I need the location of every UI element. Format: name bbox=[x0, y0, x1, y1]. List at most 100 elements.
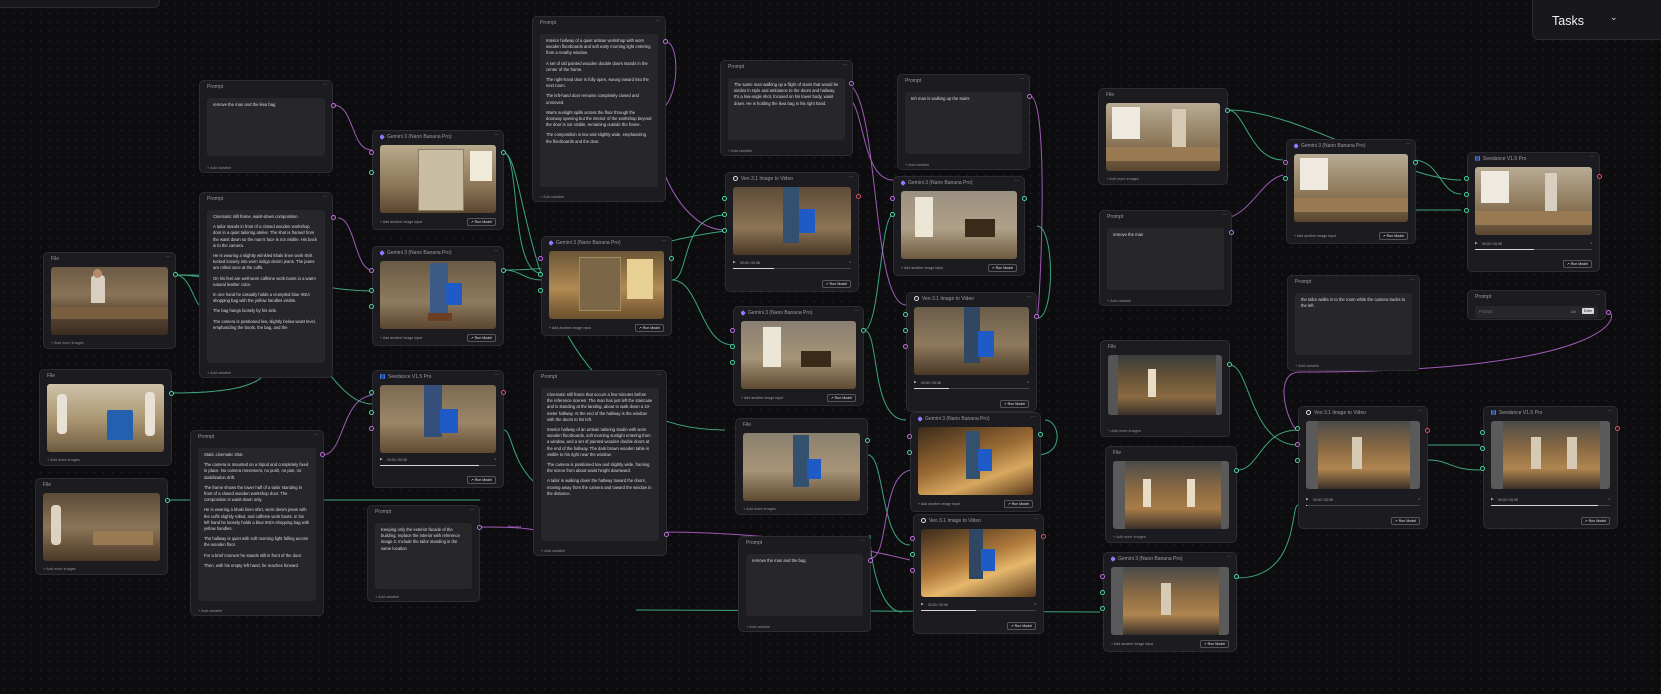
add-variable-button[interactable]: + Add variable bbox=[540, 195, 564, 199]
input-handle[interactable] bbox=[1464, 176, 1469, 181]
more-icon[interactable]: ··· bbox=[494, 372, 499, 378]
input-handle[interactable] bbox=[1283, 176, 1288, 181]
prompt-text[interactable]: teh man is walking up the stairs bbox=[905, 92, 1022, 154]
more-icon[interactable]: ··· bbox=[1608, 408, 1613, 414]
add-more-images-button[interactable]: + Add more images bbox=[47, 458, 80, 462]
add-more-images-button[interactable]: + Add more images bbox=[1113, 535, 1146, 539]
add-image-input-button[interactable]: + Add another image input bbox=[380, 220, 422, 224]
video-player-controls[interactable]: ▶ 00:00 / 00:08 ◖ bbox=[921, 602, 1036, 612]
more-icon[interactable]: ··· bbox=[323, 194, 328, 200]
prompt-text[interactable]: remove the man and the bag bbox=[746, 554, 863, 616]
output-handle[interactable] bbox=[501, 268, 506, 273]
add-more-images-button[interactable]: + Add more images bbox=[1108, 429, 1141, 433]
add-variable-button[interactable]: + Add variable bbox=[207, 371, 231, 375]
veo-model-node[interactable]: Veo 3.1 Image to Video ··· ▶ 00:00 / 00:… bbox=[913, 514, 1044, 634]
add-variable-button[interactable]: + Add variable bbox=[198, 609, 222, 613]
output-handle[interactable] bbox=[169, 391, 174, 396]
video-player-controls[interactable]: ▶ 00:00 / 00:08 ◖ bbox=[733, 260, 851, 270]
output-handle[interactable] bbox=[1027, 94, 1032, 99]
play-icon[interactable]: ▶ bbox=[921, 602, 924, 606]
prompt-node[interactable]: Prompt ··· remove the man + Add variable bbox=[1099, 210, 1232, 306]
file-node[interactable]: File + Add more images bbox=[35, 478, 168, 575]
more-icon[interactable]: ··· bbox=[657, 372, 662, 378]
video-player-controls[interactable]: ▶ 00:00 / 00:08 ◖ bbox=[380, 457, 496, 467]
volume-icon[interactable]: ◖ bbox=[494, 457, 496, 461]
gemini-model-node[interactable]: Gemini 3 (Nano Banana Pro) ··· + Add ano… bbox=[733, 306, 864, 406]
add-image-input-button[interactable]: + Add another image input bbox=[901, 266, 943, 270]
more-icon[interactable]: ··· bbox=[1418, 408, 1423, 414]
prompt-node[interactable]: Prompt ··· remove the man and the ikea b… bbox=[199, 80, 333, 173]
more-icon[interactable]: ··· bbox=[1031, 414, 1036, 420]
gemini-model-node[interactable]: Gemini 3 (Nano Banana Pro) ··· + Add ano… bbox=[1286, 139, 1416, 244]
seedance-model-node[interactable]: Seedance V1.5 Pro ··· ▶ 00:00 / 00:08 ◖ … bbox=[1467, 152, 1600, 272]
file-node[interactable]: File + Add more images bbox=[1098, 88, 1228, 185]
more-icon[interactable]: ··· bbox=[1410, 277, 1415, 283]
input-handle[interactable] bbox=[722, 212, 727, 217]
prompt-text[interactable]: The same man walking up a flight of stai… bbox=[728, 78, 845, 140]
output-handle[interactable] bbox=[1234, 574, 1239, 579]
input-handle[interactable] bbox=[1100, 574, 1105, 579]
play-icon[interactable]: ▶ bbox=[733, 260, 736, 264]
input-handle[interactable] bbox=[1480, 430, 1485, 435]
input-handle[interactable] bbox=[369, 288, 374, 293]
input-handle[interactable] bbox=[369, 390, 374, 395]
gemini-model-node[interactable]: Gemini 3 (Nano Banana Pro) ··· + Add ano… bbox=[893, 176, 1025, 276]
volume-icon[interactable]: ◖ bbox=[1608, 497, 1610, 501]
prompt-text[interactable]: remove the man and the ikea bag bbox=[207, 98, 325, 156]
prompt-node[interactable]: Prompt ··· The same man walking up a fli… bbox=[720, 60, 853, 156]
more-icon[interactable]: ··· bbox=[1015, 178, 1020, 184]
more-icon[interactable]: ··· bbox=[494, 132, 499, 138]
input-handle[interactable] bbox=[907, 450, 912, 455]
gemini-model-node[interactable]: Gemini 3 (Nano Banana Pro) ··· + Add ano… bbox=[1103, 552, 1237, 652]
input-handle[interactable] bbox=[722, 196, 727, 201]
add-image-input-button[interactable]: + Add another image input bbox=[741, 396, 783, 400]
input-handle[interactable] bbox=[907, 434, 912, 439]
run-model-button[interactable]: ↗ Run Model bbox=[821, 280, 851, 288]
input-handle[interactable] bbox=[1480, 466, 1485, 471]
output-handle[interactable] bbox=[331, 215, 336, 220]
run-model-button[interactable]: ↗ Run Model bbox=[1006, 622, 1036, 630]
run-model-button[interactable]: ↗ Run Model bbox=[999, 400, 1029, 408]
veo-model-node[interactable]: Veo 3.1 Image to Video ··· ▶ 00:00 / 00:… bbox=[906, 292, 1037, 412]
tasks-button[interactable]: Tasks ⌄ bbox=[1532, 0, 1661, 40]
output-handle[interactable] bbox=[1034, 314, 1039, 319]
play-icon[interactable]: ▶ bbox=[1475, 241, 1478, 245]
input-handle[interactable] bbox=[890, 212, 895, 217]
input-handle[interactable] bbox=[538, 256, 543, 261]
more-icon[interactable]: ··· bbox=[1590, 154, 1595, 160]
output-handle[interactable] bbox=[669, 256, 674, 261]
input-handle[interactable] bbox=[903, 328, 908, 333]
video-player-controls[interactable]: ▶ 00:00 / 00:08 ◖ bbox=[1306, 497, 1420, 507]
prompt-node[interactable]: Prompt ··· Interior hallway of a quiet a… bbox=[532, 16, 666, 202]
seedance-model-node[interactable]: Seedance V1.5 Pro ··· ▶ 00:00 / 00:08 ◖ … bbox=[372, 370, 504, 488]
add-more-images-button[interactable]: + Add more images bbox=[51, 341, 84, 345]
input-handle[interactable] bbox=[369, 150, 374, 155]
prompt-node[interactable]: Prompt ··· Keeping only the exterior fac… bbox=[367, 505, 480, 602]
add-variable-button[interactable]: + Add variable bbox=[905, 163, 929, 167]
run-model-button[interactable]: ↗ Run Model bbox=[1580, 517, 1610, 525]
prompt-node[interactable]: Prompt ··· Cinematic still frame that oc… bbox=[533, 370, 667, 556]
output-handle[interactable] bbox=[477, 525, 482, 530]
seedance-model-node[interactable]: Seedance V1.5 Pro ··· ▶ 00:00 / 00:08 ◖ … bbox=[1483, 406, 1618, 529]
add-image-input-button[interactable]: + Add another image input bbox=[549, 326, 591, 330]
output-handle[interactable] bbox=[663, 39, 668, 44]
gemini-model-node[interactable]: Gemini 3 (Nano Banana Pro) ··· + Add ano… bbox=[541, 236, 672, 336]
prompt-text[interactable]: Static cinematic shot. The camera is moun… bbox=[198, 448, 316, 601]
more-icon[interactable]: ··· bbox=[470, 507, 475, 513]
add-variable-button[interactable]: + Add variable bbox=[1107, 299, 1131, 303]
prompt-text[interactable]: Cinematic still frame that occurs a few … bbox=[541, 388, 659, 541]
run-model-button[interactable]: ↗ Run Model bbox=[466, 218, 496, 226]
input-handle[interactable] bbox=[369, 170, 374, 175]
add-variable-button[interactable]: + Add variable bbox=[746, 625, 770, 629]
output-handle[interactable] bbox=[1615, 426, 1620, 431]
file-node[interactable]: File + Add more images bbox=[735, 418, 868, 515]
more-icon[interactable]: ··· bbox=[843, 62, 848, 68]
output-handle[interactable] bbox=[331, 103, 336, 108]
prompt-node[interactable]: Prompt ··· teh man is walking up the sta… bbox=[897, 74, 1030, 170]
add-variable-button[interactable]: + Add variable bbox=[1295, 364, 1319, 368]
output-handle[interactable] bbox=[664, 532, 669, 537]
output-handle[interactable] bbox=[1597, 174, 1602, 179]
add-more-images-button[interactable]: + Add more images bbox=[43, 567, 76, 571]
video-player-controls[interactable]: ▶ 00:00 / 00:08 ◖ bbox=[914, 380, 1029, 390]
add-image-input-button[interactable]: + Add another image input bbox=[1111, 642, 1153, 646]
